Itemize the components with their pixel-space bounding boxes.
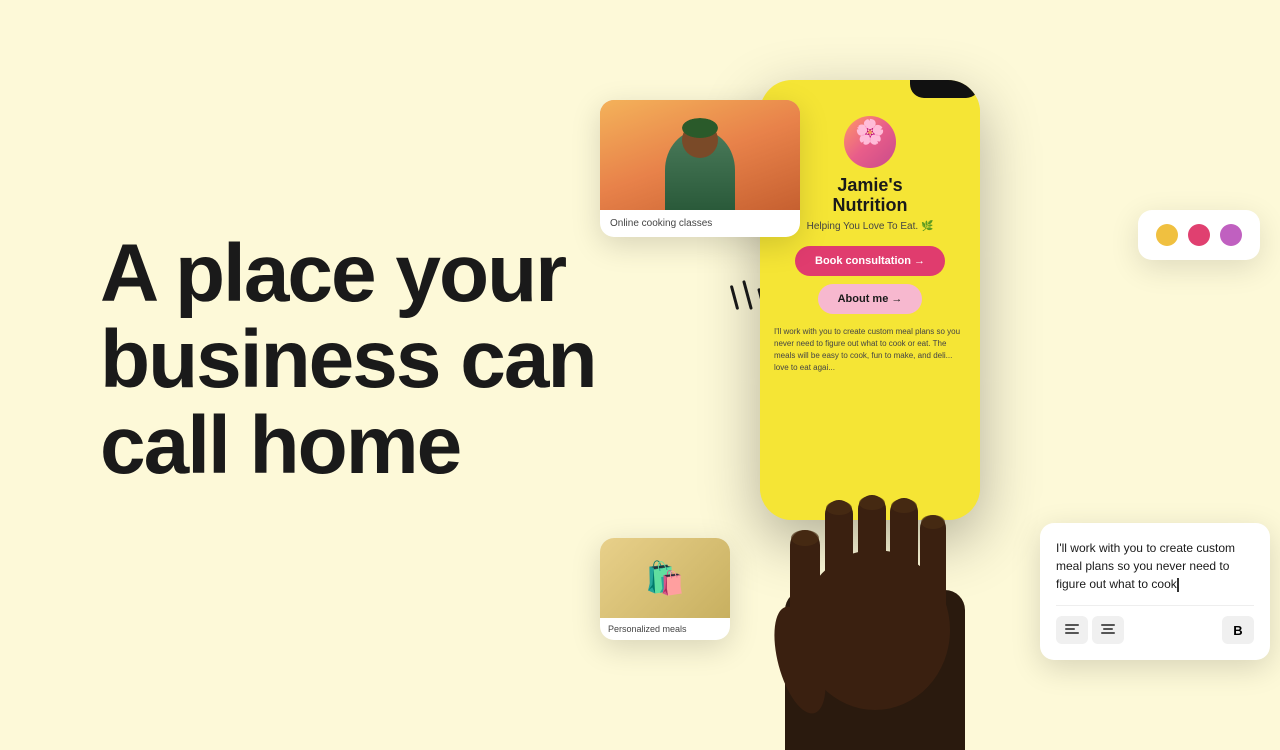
card-personalized-meals: 🛍️ Personalized meals [600, 538, 730, 640]
editor-text: I'll work with you to create custom meal… [1056, 539, 1254, 593]
text-cursor [1177, 578, 1179, 592]
editor-text-content: I'll work with you to create custom meal… [1056, 541, 1235, 591]
hand-holding-phone [720, 410, 1030, 750]
toolbar-alignment-buttons [1056, 616, 1124, 644]
about-me-button[interactable]: About me → [818, 284, 923, 314]
editor-toolbar: B [1056, 605, 1254, 644]
meals-image: 🛍️ [600, 538, 730, 618]
cooking-class-image [600, 100, 800, 210]
card-text-editor: I'll work with you to create custom meal… [1040, 523, 1270, 660]
dot-purple [1220, 224, 1242, 246]
card-color-dots [1138, 210, 1260, 260]
align-center-button[interactable] [1092, 616, 1124, 644]
meals-label: Personalized meals [600, 618, 730, 640]
headline: A place your business can call home [100, 231, 680, 489]
card-cooking-classes: Online cooking classes [600, 100, 800, 237]
bold-button[interactable]: B [1222, 616, 1254, 644]
dot-pink [1188, 224, 1210, 246]
hero-left: A place your business can call home [100, 231, 680, 489]
align-left-button[interactable] [1056, 616, 1088, 644]
phone-avatar [844, 116, 896, 168]
hero-right: Online cooking classes Jamie'sNutrition … [600, 0, 1280, 720]
hand-svg [720, 410, 1030, 750]
phone-notch [910, 80, 980, 98]
headline-line1: A place your [100, 228, 565, 319]
dot-yellow [1156, 224, 1178, 246]
phone-tagline: Helping You Love To Eat. 🌿 [797, 221, 944, 232]
phone-business-name: Jamie'sNutrition [818, 176, 923, 216]
bold-icon: B [1233, 623, 1242, 638]
book-consultation-button[interactable]: Book consultation → [795, 246, 945, 276]
headline-line3: call home [100, 400, 460, 491]
headline-line2: business can [100, 314, 596, 405]
cooking-class-label: Online cooking classes [600, 210, 800, 237]
phone-description: I'll work with you to create custom meal… [760, 318, 980, 382]
